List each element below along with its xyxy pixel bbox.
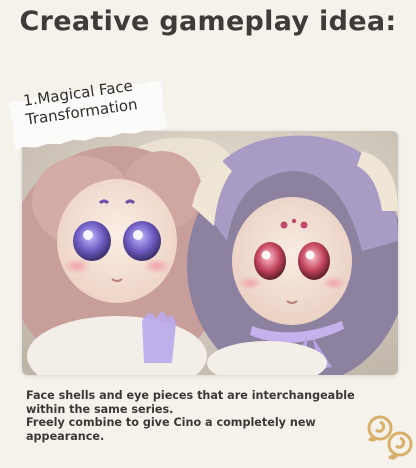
caption-line-3: Freely combine to give Cino a completely…: [26, 416, 316, 430]
caption-line-1: Face shells and eye pieces that are inte…: [26, 389, 355, 402]
description-caption: Face shells and eye pieces that are inte…: [26, 389, 356, 443]
caption-line-4: appearance.: [26, 429, 105, 443]
rose-decoration-icon: [367, 415, 413, 460]
page-heading: Creative gameplay idea:: [19, 6, 397, 37]
caption-line-2: within the same series.: [26, 402, 174, 416]
doll-photo: [22, 131, 398, 375]
